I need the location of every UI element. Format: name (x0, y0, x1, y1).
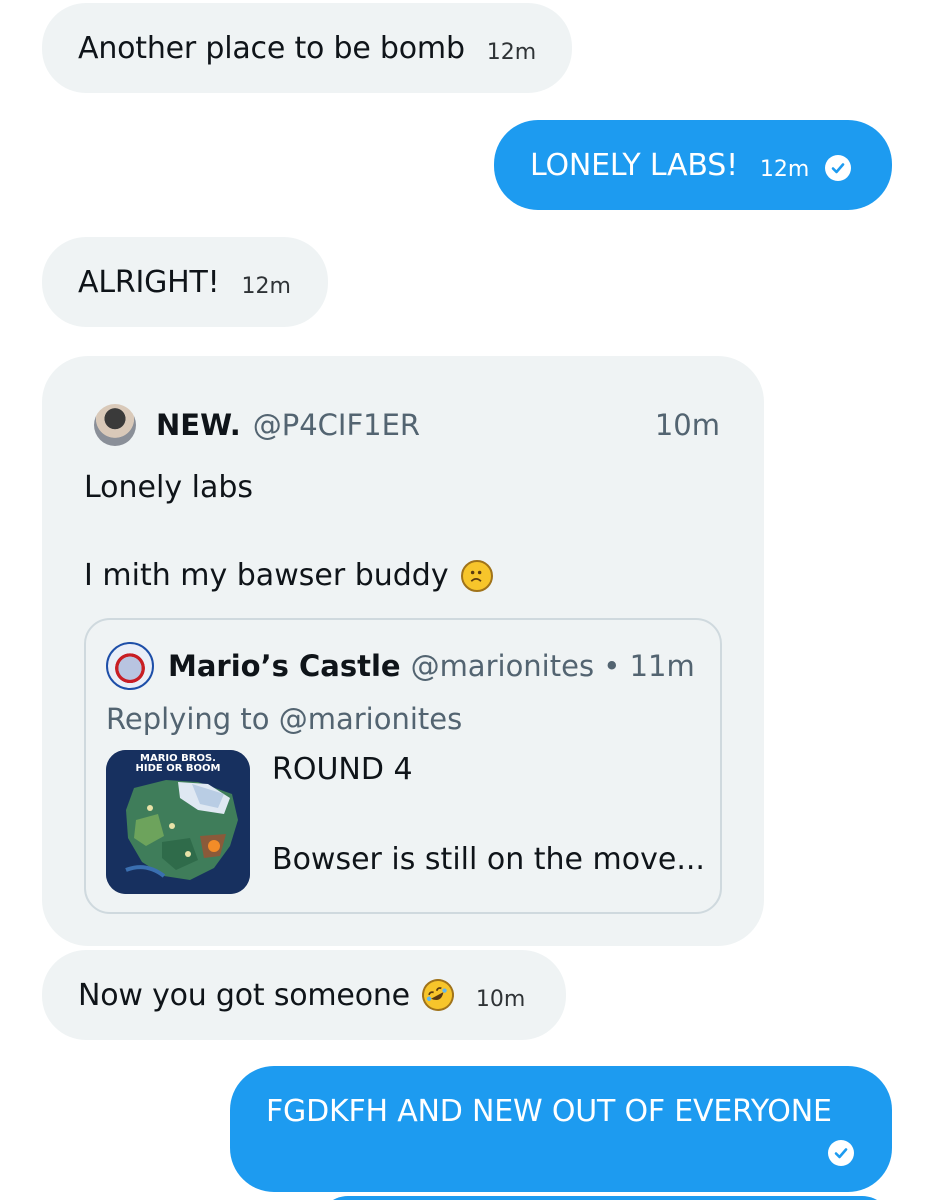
shared-tweet-message[interactable]: NEW. @P4CIF1ER 10m Lonely labs I mith my… (42, 356, 764, 946)
avatar[interactable] (94, 404, 136, 446)
dm-thread: Another place to be bomb 12m LONELY LABS… (0, 0, 934, 1200)
quoted-tweet-header: NEW. @P4CIF1ER 10m (94, 402, 720, 448)
message-text: Now you got someone (78, 977, 410, 1013)
tweet-time: 10m (654, 408, 720, 442)
avatar[interactable] (106, 642, 154, 690)
message-time: 12m (241, 273, 291, 299)
nested-tweet-text: Bowser is still on the move... (272, 842, 705, 877)
frowning-face-emoji (460, 559, 493, 592)
incoming-message[interactable]: Another place to be bomb 12m (42, 3, 572, 93)
tweet-text: I mith my bawser buddy (84, 558, 449, 593)
outgoing-message[interactable]: LONELY LABS! 12m (494, 120, 892, 210)
message-text: FGDKFH AND NEW OUT OF EVERYONE (266, 1094, 832, 1129)
author-handle: @P4CIF1ER (252, 408, 421, 442)
check-circle-icon (828, 1140, 854, 1166)
message-time: 12m (759, 156, 810, 182)
author-name[interactable]: Mario’s Castle (168, 649, 401, 683)
outgoing-message[interactable]: FGDKFH AND NEW OUT OF EVERYONE (230, 1066, 892, 1192)
nested-quoted-tweet[interactable]: Mario’s Castle @marionites • 11m Replyin… (84, 618, 722, 914)
nested-tweet-text: ROUND 4 (272, 752, 413, 787)
message-text: Another place to be bomb (78, 30, 465, 66)
message-time: 10m (475, 986, 526, 1012)
author-handle-time: @marionites • 11m (410, 649, 695, 683)
outgoing-message-partial[interactable] (318, 1196, 892, 1200)
incoming-message[interactable]: Now you got someone 10m (42, 950, 566, 1040)
nested-tweet-header: Mario’s Castle @marionites • 11m (106, 642, 695, 690)
message-text: ALRIGHT! (78, 264, 220, 300)
author-name[interactable]: NEW. (156, 408, 241, 442)
check-circle-icon (825, 155, 852, 181)
tweet-media-thumbnail[interactable]: MARIO BROS. HIDE OR BOOM (106, 750, 250, 894)
thumbnail-title-line: HIDE OR BOOM (135, 763, 221, 774)
replying-to[interactable]: Replying to @marionites (106, 702, 462, 736)
tweet-text-line-2: I mith my bawser buddy (84, 558, 493, 593)
rolling-on-floor-laughing-emoji (416, 973, 460, 1017)
tweet-text-line: Lonely labs (84, 470, 254, 505)
incoming-message[interactable]: ALRIGHT! 12m (42, 237, 328, 327)
thumbnail-title: MARIO BROS. HIDE OR BOOM (106, 754, 250, 774)
message-text: LONELY LABS! (530, 147, 738, 183)
message-time: 12m (486, 39, 537, 65)
